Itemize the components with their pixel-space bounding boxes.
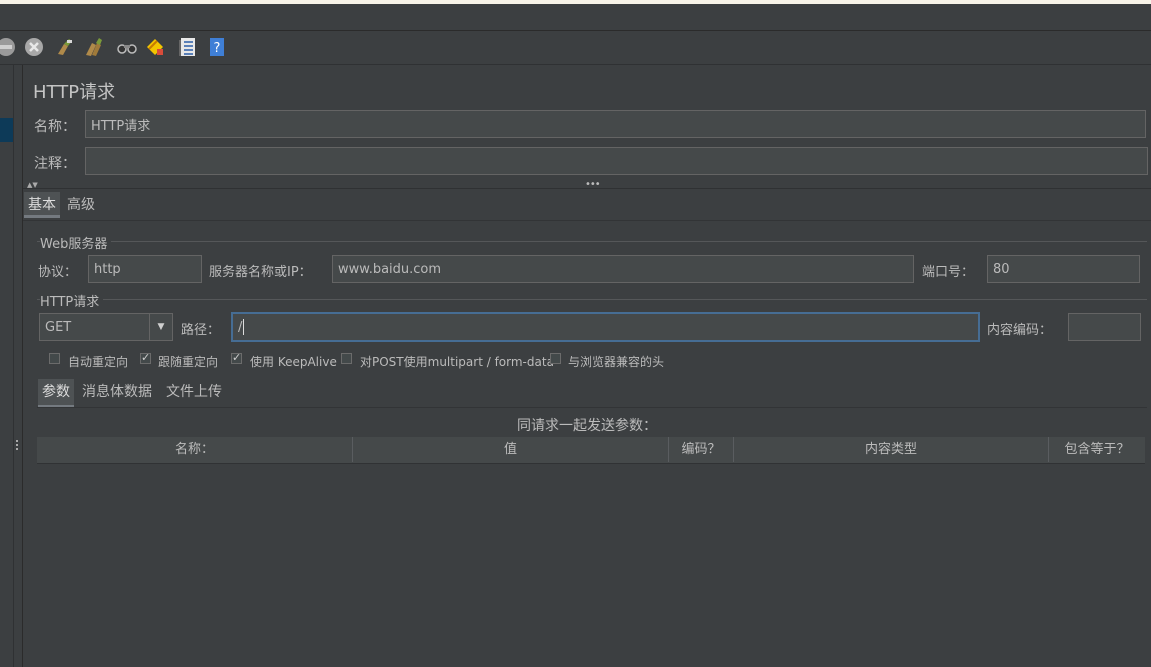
follow-redirects-label: 跟随重定向 [158,355,219,369]
auto-redirect-label: 自动重定向 [68,355,129,369]
column-encode-header[interactable]: 编码？ [669,437,734,462]
title-bar [0,4,1151,31]
tree-pane [0,65,14,667]
column-name-header[interactable]: 名称： [37,437,353,462]
port-label: 端口号： [922,265,975,280]
encoding-field[interactable] [1068,313,1141,341]
encoding-label: 内容编码： [987,323,1053,338]
text-cursor [243,319,245,335]
divider [23,188,1151,189]
help-icon[interactable]: ? [207,37,227,57]
path-value: / [238,319,243,335]
protocol-label: 协议： [38,265,78,280]
browser-headers-checkbox[interactable] [550,353,561,364]
comment-field[interactable] [85,147,1148,175]
stop-icon[interactable] [0,37,16,57]
shutdown-icon[interactable] [24,37,44,57]
search-icon[interactable] [117,37,137,57]
web-server-group-title: Web服务器 [40,233,112,252]
http-request-group-line [37,299,1147,300]
name-field[interactable]: HTTP请求 [85,110,1146,138]
column-include-equals-header[interactable]: 包含等于？ [1049,437,1145,462]
tab-parameters[interactable]: 参数 [38,379,74,408]
server-field[interactable]: www.baidu.com [332,255,914,283]
tab-basic[interactable]: 基本 [24,192,60,218]
web-server-group-line [37,241,1147,242]
name-label: 名称： [34,119,76,135]
column-value-header[interactable]: 值 [353,437,669,462]
multipart-label: 对POST使用multipart / form-data [360,355,554,369]
column-content-type-header[interactable]: 内容类型 [734,437,1049,462]
follow-redirects-checkbox[interactable] [140,351,151,364]
toolbar: ? [0,31,1151,65]
clear-icon[interactable] [55,37,75,57]
path-field[interactable]: / [231,312,980,342]
tab-files-upload[interactable]: 文件上传 [162,379,226,405]
page-title: HTTP请求 [33,82,116,103]
params-table-body[interactable] [37,464,1145,667]
sub-tab-divider [37,407,1147,408]
tab-advanced[interactable]: 高级 [63,192,99,218]
splitter[interactable] [14,65,23,667]
auto-redirect-checkbox[interactable] [49,353,60,364]
server-label: 服务器名称或IP： [209,265,312,280]
svg-text:?: ? [214,41,221,56]
keepalive-checkbox[interactable] [231,351,242,364]
chevron-down-icon[interactable]: ▼ [149,314,172,340]
port-field[interactable]: 80 [987,255,1140,283]
splitter-grip-icon[interactable] [15,440,19,454]
multipart-checkbox[interactable] [341,353,352,364]
clear-all-icon[interactable] [84,37,104,57]
comment-label: 注释： [34,156,76,172]
path-label: 路径： [181,323,221,338]
http-request-panel: HTTP请求 名称： HTTP请求 注释： ▲▼ ••• 基本 高级 Web服务… [23,65,1151,667]
keepalive-label: 使用 KeepAlive [250,355,337,369]
params-caption: 同请求一起发送参数： [517,418,657,434]
reset-search-icon[interactable] [145,37,165,57]
method-select[interactable]: GET ▼ [39,313,173,341]
http-request-group-title: HTTP请求 [40,291,104,310]
tab-divider [23,220,1151,221]
function-helper-icon[interactable] [178,37,198,57]
params-table-header: 名称： 值 编码？ 内容类型 包含等于？ [37,437,1145,464]
browser-headers-label: 与浏览器兼容的头 [568,355,665,369]
tab-body-data[interactable]: 消息体数据 [78,379,156,405]
protocol-field[interactable]: http [88,255,202,283]
method-value: GET [45,319,72,335]
tree-selected-node[interactable] [0,118,13,142]
